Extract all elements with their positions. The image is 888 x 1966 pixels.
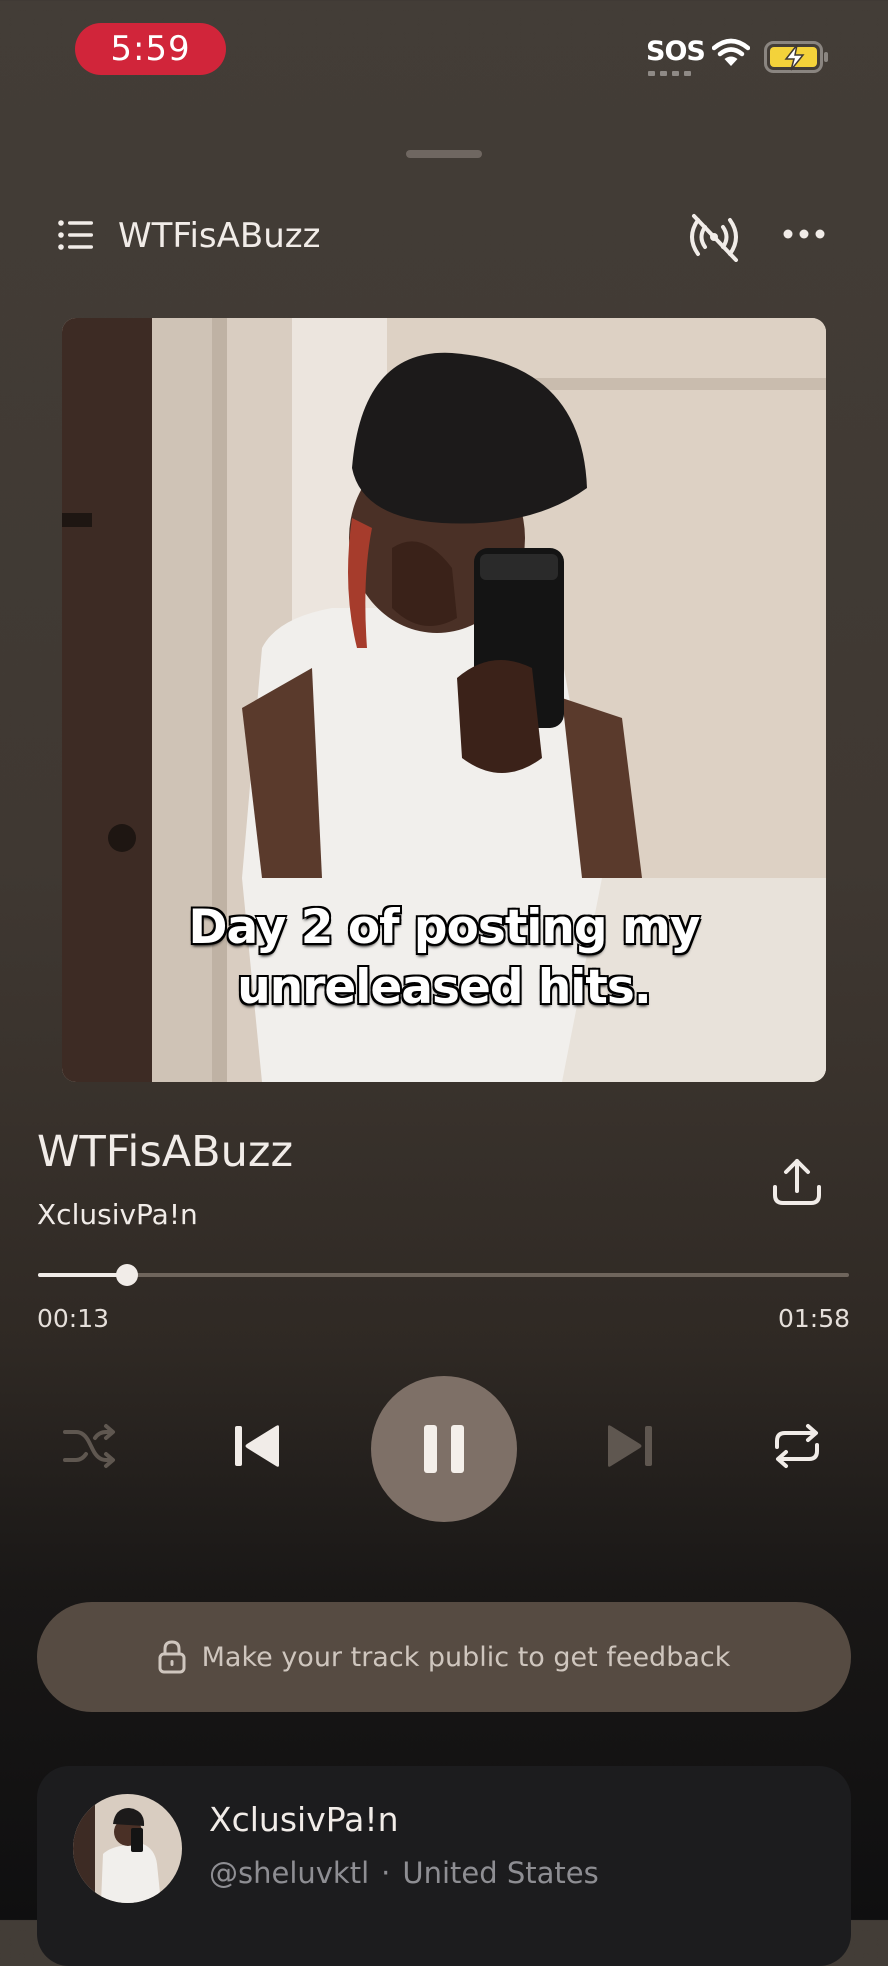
previous-icon[interactable]	[233, 1423, 283, 1469]
track-artist[interactable]: XclusivPa!n	[37, 1198, 198, 1231]
queue-icon[interactable]	[58, 220, 94, 250]
track-title: WTFisABuzz	[37, 1127, 294, 1177]
status-time-label: 5:59	[110, 29, 191, 69]
battery-charging-icon	[764, 41, 828, 73]
cast-off-icon[interactable]	[686, 212, 742, 262]
header-title: WTFisABuzz	[118, 216, 321, 256]
artist-location: United States	[402, 1856, 599, 1890]
pause-button[interactable]	[371, 1376, 517, 1522]
avatar[interactable]	[73, 1794, 182, 1903]
sos-indicator: SOS	[646, 36, 706, 67]
progress-fill	[38, 1273, 127, 1277]
wifi-icon	[712, 38, 750, 66]
more-icon[interactable]	[783, 228, 825, 240]
progress-thumb[interactable]	[116, 1264, 138, 1286]
artist-meta: @sheluvktl · United States	[209, 1856, 599, 1890]
shuffle-icon[interactable]	[62, 1423, 118, 1469]
meta-separator: ·	[381, 1856, 391, 1890]
lock-icon	[158, 1640, 186, 1674]
artwork-caption: Day 2 of posting my unreleased hits.	[62, 898, 826, 1018]
repeat-icon[interactable]	[771, 1423, 823, 1469]
time-total: 01:58	[777, 1304, 850, 1333]
artist-handle: @sheluvktl	[209, 1856, 370, 1890]
caption-line-2: unreleased hits.	[237, 960, 651, 1015]
status-time: 5:59	[75, 23, 226, 75]
make-public-banner[interactable]: Make your track public to get feedback	[37, 1602, 851, 1712]
avatar-image	[73, 1794, 182, 1903]
make-public-text: Make your track public to get feedback	[201, 1641, 731, 1673]
share-icon[interactable]	[770, 1157, 824, 1207]
time-elapsed: 00:13	[37, 1304, 110, 1333]
caption-line-1: Day 2 of posting my	[188, 900, 700, 955]
next-icon[interactable]	[604, 1423, 654, 1469]
cover-artwork: Day 2 of posting my unreleased hits.	[62, 318, 826, 1082]
pause-icon	[424, 1425, 464, 1473]
artist-name: XclusivPa!n	[209, 1800, 399, 1839]
progress-track[interactable]	[38, 1273, 849, 1277]
signal-dots	[648, 71, 692, 76]
drag-handle[interactable]	[406, 150, 482, 158]
